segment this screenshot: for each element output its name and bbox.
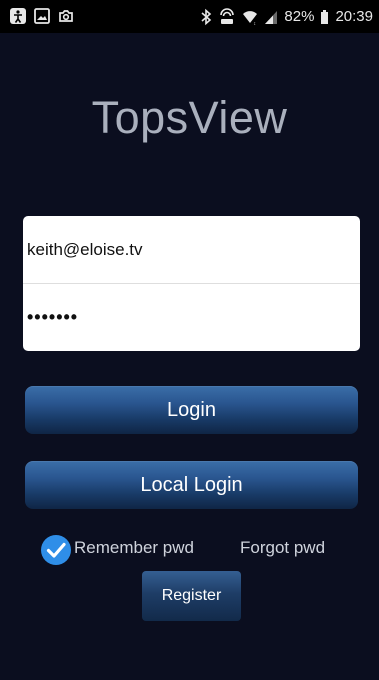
username-input[interactable]: keith@eloise.tv: [23, 216, 360, 283]
forgot-pwd-link[interactable]: Forgot pwd: [240, 538, 325, 558]
accessibility-icon: [10, 8, 26, 24]
signal-icon: [265, 10, 278, 24]
remember-checkbox[interactable]: [40, 534, 72, 566]
svg-text:↕: ↕: [254, 21, 257, 26]
battery-icon: [321, 9, 329, 24]
wifi-icon: ↕: [243, 10, 258, 26]
login-button[interactable]: Login: [25, 386, 358, 434]
remember-pwd-label[interactable]: Remember pwd: [74, 538, 194, 558]
local-login-button[interactable]: Local Login: [25, 461, 358, 509]
gallery-icon: [34, 8, 50, 24]
status-bar: ↕ 82% 20:39: [0, 0, 379, 33]
bluetooth-icon: [201, 8, 212, 25]
battery-percent: 82%: [284, 8, 315, 25]
hotspot-icon: [220, 7, 235, 24]
register-button[interactable]: Register: [142, 571, 241, 621]
clock: 20:39: [335, 8, 373, 25]
login-card: keith@eloise.tv •••••••: [23, 216, 360, 351]
password-input[interactable]: •••••••: [23, 283, 360, 351]
app-title: TopsView: [91, 92, 288, 143]
status-right: ↕ 82% 20:39: [200, 0, 373, 33]
login-screen: ↕ 82% 20:39 TopsView keith@eloise.tv •••…: [0, 0, 379, 680]
camera-icon: [59, 10, 73, 22]
